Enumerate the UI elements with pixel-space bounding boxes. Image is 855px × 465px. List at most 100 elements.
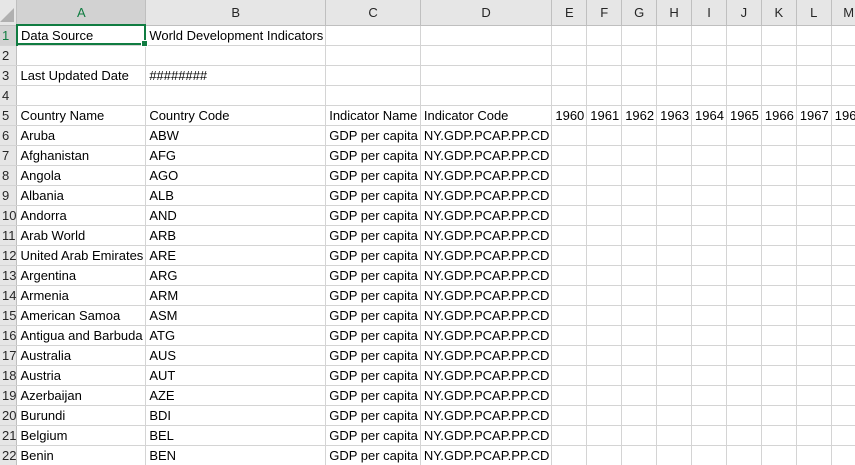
cell-a9[interactable]: Albania bbox=[16, 185, 147, 206]
row-header-5[interactable]: 5 bbox=[0, 105, 18, 126]
cell-h2[interactable] bbox=[656, 45, 693, 66]
cell-f5[interactable]: 1961 bbox=[586, 105, 623, 126]
cell-c18[interactable]: GDP per capita bbox=[325, 365, 421, 386]
cell-d13[interactable]: NY.GDP.PCAP.PP.CD bbox=[420, 265, 553, 286]
cell-g9[interactable] bbox=[621, 185, 658, 206]
cell-b22[interactable]: BEN bbox=[145, 445, 327, 465]
cell-m13[interactable] bbox=[831, 265, 855, 286]
cell-m4[interactable] bbox=[831, 85, 855, 106]
cell-l9[interactable] bbox=[796, 185, 832, 206]
cell-m12[interactable] bbox=[831, 245, 855, 266]
cell-j14[interactable] bbox=[726, 285, 762, 306]
cell-c16[interactable]: GDP per capita bbox=[325, 325, 421, 346]
cell-j19[interactable] bbox=[726, 385, 762, 406]
cell-c15[interactable]: GDP per capita bbox=[325, 305, 421, 326]
cell-k17[interactable] bbox=[761, 345, 797, 366]
cell-g8[interactable] bbox=[621, 165, 658, 186]
cell-k16[interactable] bbox=[761, 325, 797, 346]
cell-m2[interactable] bbox=[831, 45, 855, 66]
cell-l13[interactable] bbox=[796, 265, 832, 286]
cell-m19[interactable] bbox=[831, 385, 855, 406]
cell-i9[interactable] bbox=[691, 185, 727, 206]
cell-g21[interactable] bbox=[621, 425, 658, 446]
cell-l21[interactable] bbox=[796, 425, 832, 446]
cell-c8[interactable]: GDP per capita bbox=[325, 165, 421, 186]
cell-f7[interactable] bbox=[586, 145, 623, 166]
cell-c4[interactable] bbox=[325, 85, 421, 106]
cell-m5[interactable]: 1968 bbox=[831, 105, 855, 126]
cell-j11[interactable] bbox=[726, 225, 762, 246]
cell-j6[interactable] bbox=[726, 125, 762, 146]
cell-c21[interactable]: GDP per capita bbox=[325, 425, 421, 446]
cell-a7[interactable]: Afghanistan bbox=[16, 145, 147, 166]
cell-c14[interactable]: GDP per capita bbox=[325, 285, 421, 306]
cell-k7[interactable] bbox=[761, 145, 797, 166]
row-header-1[interactable]: 1 bbox=[0, 25, 18, 46]
cell-e10[interactable] bbox=[551, 205, 588, 226]
cell-b17[interactable]: AUS bbox=[145, 345, 327, 366]
cell-b21[interactable]: BEL bbox=[145, 425, 327, 446]
cell-k10[interactable] bbox=[761, 205, 797, 226]
cell-d11[interactable]: NY.GDP.PCAP.PP.CD bbox=[420, 225, 553, 246]
column-header-f[interactable]: F bbox=[586, 0, 623, 26]
cell-j13[interactable] bbox=[726, 265, 762, 286]
row-header-2[interactable]: 2 bbox=[0, 45, 18, 66]
cell-l16[interactable] bbox=[796, 325, 832, 346]
cell-a21[interactable]: Belgium bbox=[16, 425, 147, 446]
cell-j12[interactable] bbox=[726, 245, 762, 266]
cell-e6[interactable] bbox=[551, 125, 588, 146]
cell-k3[interactable] bbox=[761, 65, 797, 86]
column-header-g[interactable]: G bbox=[621, 0, 658, 26]
cell-k21[interactable] bbox=[761, 425, 797, 446]
cell-f3[interactable] bbox=[586, 65, 623, 86]
row-header-17[interactable]: 17 bbox=[0, 345, 18, 366]
cell-b16[interactable]: ATG bbox=[145, 325, 327, 346]
cell-m16[interactable] bbox=[831, 325, 855, 346]
cell-a19[interactable]: Azerbaijan bbox=[16, 385, 147, 406]
cell-m3[interactable] bbox=[831, 65, 855, 86]
cell-d21[interactable]: NY.GDP.PCAP.PP.CD bbox=[420, 425, 553, 446]
cell-j7[interactable] bbox=[726, 145, 762, 166]
cell-e15[interactable] bbox=[551, 305, 588, 326]
cell-c11[interactable]: GDP per capita bbox=[325, 225, 421, 246]
cell-f20[interactable] bbox=[586, 405, 623, 426]
cell-a4[interactable] bbox=[16, 85, 147, 106]
cell-b10[interactable]: AND bbox=[145, 205, 327, 226]
cell-d1[interactable] bbox=[420, 25, 553, 46]
cell-f8[interactable] bbox=[586, 165, 623, 186]
cell-i7[interactable] bbox=[691, 145, 727, 166]
cell-k13[interactable] bbox=[761, 265, 797, 286]
cell-j10[interactable] bbox=[726, 205, 762, 226]
cell-i22[interactable] bbox=[691, 445, 727, 465]
cell-h8[interactable] bbox=[656, 165, 693, 186]
cell-d19[interactable]: NY.GDP.PCAP.PP.CD bbox=[420, 385, 553, 406]
cell-f14[interactable] bbox=[586, 285, 623, 306]
cell-m6[interactable] bbox=[831, 125, 855, 146]
cell-h22[interactable] bbox=[656, 445, 693, 465]
cell-g10[interactable] bbox=[621, 205, 658, 226]
cell-b3[interactable]: ######## bbox=[145, 65, 327, 86]
cell-d16[interactable]: NY.GDP.PCAP.PP.CD bbox=[420, 325, 553, 346]
cell-b14[interactable]: ARM bbox=[145, 285, 327, 306]
cell-b20[interactable]: BDI bbox=[145, 405, 327, 426]
cell-h13[interactable] bbox=[656, 265, 693, 286]
cell-g17[interactable] bbox=[621, 345, 658, 366]
cell-k9[interactable] bbox=[761, 185, 797, 206]
cell-h12[interactable] bbox=[656, 245, 693, 266]
cell-l3[interactable] bbox=[796, 65, 832, 86]
cell-d18[interactable]: NY.GDP.PCAP.PP.CD bbox=[420, 365, 553, 386]
cell-e1[interactable] bbox=[551, 25, 588, 46]
cell-k6[interactable] bbox=[761, 125, 797, 146]
cell-g18[interactable] bbox=[621, 365, 658, 386]
cell-g12[interactable] bbox=[621, 245, 658, 266]
cell-k15[interactable] bbox=[761, 305, 797, 326]
cell-j2[interactable] bbox=[726, 45, 762, 66]
cell-b2[interactable] bbox=[145, 45, 327, 66]
cell-g3[interactable] bbox=[621, 65, 658, 86]
cell-l4[interactable] bbox=[796, 85, 832, 106]
cell-h6[interactable] bbox=[656, 125, 693, 146]
cell-d6[interactable]: NY.GDP.PCAP.PP.CD bbox=[420, 125, 553, 146]
cell-g7[interactable] bbox=[621, 145, 658, 166]
cell-g16[interactable] bbox=[621, 325, 658, 346]
cell-h21[interactable] bbox=[656, 425, 693, 446]
